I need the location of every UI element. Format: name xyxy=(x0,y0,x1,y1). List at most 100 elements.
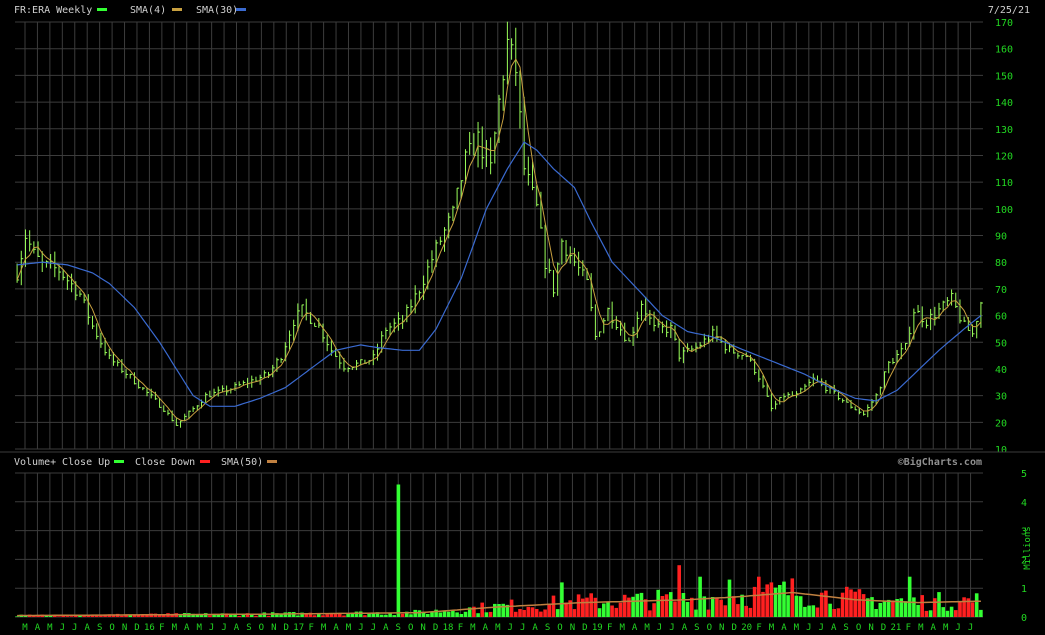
price-tick-label: 160 xyxy=(995,45,1013,56)
volume-bar xyxy=(798,596,803,617)
volume-bar xyxy=(958,602,962,617)
volume-bar xyxy=(241,614,246,617)
volume-bar xyxy=(937,592,941,617)
x-tick-label: M xyxy=(346,623,352,633)
volume-bar xyxy=(840,592,845,617)
x-tick-label: J xyxy=(669,623,674,633)
x-tick-label: O xyxy=(856,623,861,633)
volume-bar xyxy=(903,601,908,617)
x-tick-label: J xyxy=(520,623,525,633)
volume-bar xyxy=(593,597,598,617)
x-tick-label: M xyxy=(22,623,28,633)
volume-unit-label: Millions xyxy=(1023,526,1033,569)
close-up-swatch xyxy=(114,460,124,463)
sma30-swatch xyxy=(236,8,246,11)
volume-bar xyxy=(744,605,748,617)
symbol-label: FR:ERA Weekly xyxy=(14,5,92,16)
volume-bar xyxy=(476,613,480,617)
volume-bar xyxy=(845,586,849,617)
x-tick-label: M xyxy=(918,623,924,633)
volume-bar xyxy=(417,610,422,617)
volume-bar xyxy=(333,614,338,617)
price-tick-label: 40 xyxy=(995,365,1007,376)
volume-tick-label: 1 xyxy=(1021,584,1027,595)
x-tick-label: J xyxy=(221,623,226,633)
volume-bar xyxy=(681,593,686,617)
volume-bar xyxy=(715,597,719,617)
volume-bar xyxy=(664,594,669,617)
volume-bar xyxy=(522,610,526,617)
sma50-swatch xyxy=(267,460,277,463)
volume-bar xyxy=(807,605,811,617)
x-tick-label: M xyxy=(470,623,476,633)
x-tick-label: N xyxy=(420,623,425,633)
volume-bar xyxy=(585,597,589,617)
volume-bar xyxy=(576,594,581,617)
volume-bar xyxy=(602,603,606,617)
volume-bar xyxy=(312,615,317,617)
price-tick-label: 90 xyxy=(995,232,1007,243)
x-tick-label: S xyxy=(97,623,102,633)
x-tick-label: N xyxy=(719,623,724,633)
volume-bar xyxy=(430,612,434,617)
x-tick-label: S xyxy=(396,623,401,633)
volume-bar xyxy=(484,612,489,617)
x-tick-label: 19 xyxy=(592,623,603,633)
volume-bar xyxy=(610,605,614,617)
x-tick-label: A xyxy=(234,623,240,633)
x-tick-label: J xyxy=(819,623,824,633)
volume-bar xyxy=(480,602,484,617)
x-tick-label: F xyxy=(458,623,463,633)
x-tick-label: N xyxy=(122,623,127,633)
x-tick-label: O xyxy=(408,623,413,633)
price-tick-label: 110 xyxy=(995,178,1013,189)
x-tick-label: M xyxy=(172,623,178,633)
volume-bar xyxy=(488,611,493,617)
watermark: ©BigCharts.com xyxy=(898,456,982,468)
volume-bar xyxy=(924,610,929,617)
volume-bar xyxy=(363,615,367,617)
price-tick-label: 150 xyxy=(995,71,1013,82)
x-tick-label: M xyxy=(794,623,800,633)
volume-bar xyxy=(643,599,648,617)
volume-bar xyxy=(731,596,736,617)
volume-bar xyxy=(560,582,564,617)
x-tick-label: M xyxy=(769,623,775,633)
x-tick-label: A xyxy=(35,623,41,633)
x-tick-label: J xyxy=(72,623,77,633)
x-tick-label: J xyxy=(371,623,376,633)
volume-bar xyxy=(509,599,514,617)
volume-bar xyxy=(757,576,761,617)
x-tick-label: F xyxy=(906,623,911,633)
volume-bar xyxy=(853,591,857,617)
x-tick-label: 18 xyxy=(443,623,454,633)
volume-bar xyxy=(208,615,212,617)
price-tick-label: 70 xyxy=(995,285,1007,296)
volume-bar xyxy=(325,614,329,617)
x-tick-label: S xyxy=(545,623,550,633)
volume-bar xyxy=(342,615,346,617)
x-tick-label: J xyxy=(968,623,973,633)
volume-bar xyxy=(765,584,769,617)
x-tick-label: O xyxy=(259,623,264,633)
volume-bar xyxy=(304,614,308,617)
volume-bar xyxy=(882,600,887,617)
x-tick-label: 21 xyxy=(890,623,901,633)
volume-bar xyxy=(790,578,795,617)
x-tick-label: M xyxy=(196,623,202,633)
volume-bar xyxy=(564,602,568,617)
volume-bar xyxy=(673,601,677,617)
volume-bar xyxy=(886,599,891,617)
volume-bar xyxy=(581,598,585,617)
volume-bar xyxy=(685,602,690,617)
volume-bar xyxy=(69,616,74,617)
x-tick-label: D xyxy=(134,623,139,633)
volume-bar xyxy=(379,614,384,617)
price-tick-label: 50 xyxy=(995,338,1007,349)
sma4-swatch xyxy=(172,8,182,11)
volume-bar xyxy=(254,615,258,617)
volume-bar xyxy=(614,607,619,617)
x-tick-label: J xyxy=(508,623,513,633)
volume-bar xyxy=(723,605,728,617)
volume-bar xyxy=(526,606,531,617)
